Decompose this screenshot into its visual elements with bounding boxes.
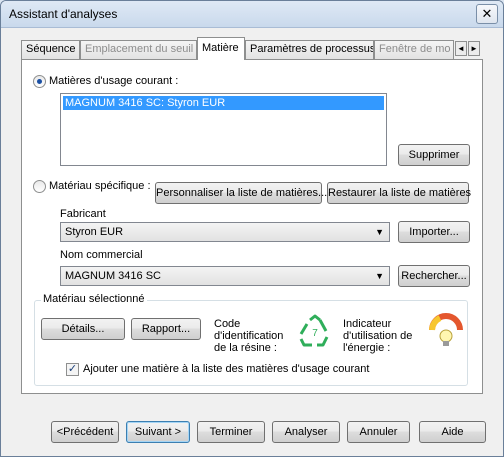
chevron-down-icon: ▼ [375,227,384,237]
restore-list-button[interactable]: Restaurer la liste de matières [327,182,471,204]
tradename-label: Nom commercial [60,249,143,261]
help-button[interactable]: Aide [419,421,486,443]
tab-strip: Séquence Emplacement du seuil Matière Pa… [21,37,483,60]
chevron-down-icon: ▼ [375,271,384,281]
resin-code-label: Code d'identification de la résine : [214,318,284,354]
arrow-right-icon: ► [470,44,478,53]
resin-code-number: 7 [312,328,318,339]
add-to-common-label: Ajouter une matière à la liste des matiè… [83,363,370,375]
common-materials-list[interactable]: MAGNUM 3416 SC: Styron EUR [60,93,387,166]
tradename-select[interactable]: MAGNUM 3416 SC ▼ [60,266,390,286]
search-button[interactable]: Rechercher... [398,265,470,287]
finish-button[interactable]: Terminer [197,421,265,443]
manufacturer-value: Styron EUR [65,226,124,238]
tradename-value: MAGNUM 3416 SC [65,270,161,282]
tab-scroll-left-button[interactable]: ◄ [455,41,467,56]
selected-material-title: Matériau sélectionné [41,293,147,305]
recycle-icon: 7 [298,314,332,348]
tab-gate-location[interactable]: Emplacement du seuil [80,40,197,59]
specific-material-radio[interactable] [33,180,46,193]
dialog-window: Assistant d'analyses ✕ Séquence Emplacem… [0,0,504,457]
manufacturer-select[interactable]: Styron EUR ▼ [60,222,390,242]
common-materials-radio[interactable] [33,75,46,88]
button-bar: <Précédent Suivant > Terminer Analyser A… [1,414,503,456]
title-bar: Assistant d'analyses ✕ [1,1,503,28]
tab-mold-window[interactable]: Fenêtre de mo [374,40,454,59]
window-title: Assistant d'analyses [9,7,118,21]
material-panel: Matières d'usage courant : MAGNUM 3416 S… [21,59,483,394]
next-button[interactable]: Suivant > [126,421,190,443]
tab-process-settings[interactable]: Paramètres de processus [245,40,374,59]
back-button[interactable]: <Précédent [51,421,119,443]
add-to-common-checkbox[interactable]: ✓ [66,363,79,376]
close-icon: ✕ [481,6,493,21]
energy-bulb-icon [428,312,464,350]
delete-button[interactable]: Supprimer [398,144,470,166]
import-button[interactable]: Importer... [398,221,470,243]
analyze-button[interactable]: Analyser [272,421,340,443]
arrow-left-icon: ◄ [457,44,465,53]
tab-material[interactable]: Matière [197,37,245,60]
specific-material-label: Matériau spécifique : [49,180,151,192]
close-button[interactable]: ✕ [476,4,498,24]
tab-sequence[interactable]: Séquence [21,40,80,59]
list-item[interactable]: MAGNUM 3416 SC: Styron EUR [63,96,384,110]
report-button[interactable]: Rapport... [131,318,201,340]
tab-scroll-right-button[interactable]: ► [468,41,480,56]
manufacturer-label: Fabricant [60,208,106,220]
common-materials-label: Matières d'usage courant : [49,75,179,87]
details-button[interactable]: Détails... [41,318,125,340]
selected-material-group: Matériau sélectionné Détails... Rapport.… [34,293,468,386]
cancel-button[interactable]: Annuler [347,421,410,443]
check-icon: ✓ [67,363,78,375]
energy-indicator-label: Indicateur d'utilisation de l'énergie : [343,318,413,354]
customize-list-button[interactable]: Personnaliser la liste de matières... [155,182,327,204]
